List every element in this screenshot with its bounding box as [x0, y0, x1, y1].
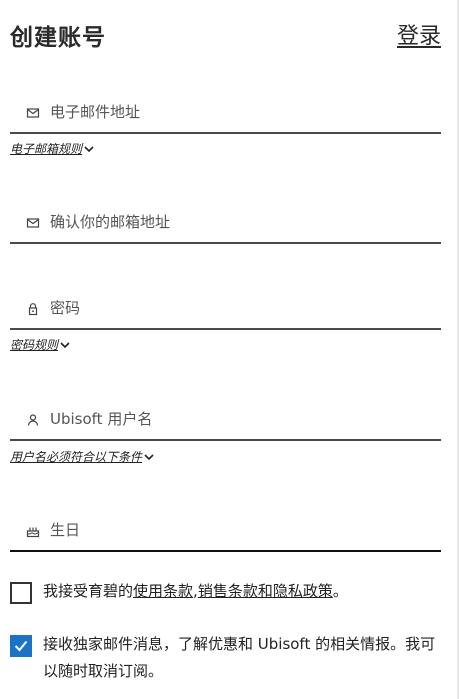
- terms-and: 和: [257, 582, 273, 600]
- user-icon: [26, 412, 40, 426]
- privacy-policy-link[interactable]: 隐私政策: [273, 582, 333, 600]
- terms-prefix: 我接受育碧的: [43, 582, 134, 600]
- birthday-placeholder: 生日: [50, 521, 81, 539]
- email-placeholder: 电子邮件地址: [50, 103, 141, 121]
- password-placeholder: 密码: [50, 299, 81, 317]
- terms-text: 我接受育碧的使用条款,销售条款和隐私政策。: [43, 578, 450, 605]
- username-placeholder: Ubisoft 用户名: [50, 410, 153, 428]
- chevron-down-icon: [84, 145, 94, 152]
- password-rules-toggle[interactable]: 密码规则: [10, 336, 70, 353]
- email-rules-toggle[interactable]: 电子邮箱规则: [10, 140, 94, 157]
- email-field[interactable]: 电子邮件地址: [10, 88, 441, 134]
- mail-icon: [26, 105, 40, 119]
- terms-suffix: 。: [332, 582, 348, 600]
- mail-icon: [26, 215, 40, 229]
- username-rules-label: 用户名必须符合以下条件: [10, 450, 143, 464]
- newsletter-checkbox[interactable]: [10, 635, 32, 657]
- login-link[interactable]: 登录: [397, 18, 441, 50]
- birthday-field[interactable]: 生日: [10, 506, 441, 552]
- chevron-down-icon: [144, 453, 154, 460]
- page-header: 创建账号 登录: [10, 18, 441, 52]
- password-rules-label: 密码规则: [10, 338, 59, 352]
- terms-row: 我接受育碧的使用条款,销售条款和隐私政策。: [10, 578, 450, 608]
- newsletter-row: 接收独家邮件消息，了解优惠和 Ubisoft 的相关情报。我可以随时取消订阅。: [10, 631, 450, 687]
- cake-icon: [26, 523, 40, 538]
- email-rules-label: 电子邮箱规则: [10, 142, 83, 156]
- username-rules-toggle[interactable]: 用户名必须符合以下条件: [10, 448, 154, 465]
- page-title: 创建账号: [10, 25, 106, 51]
- email-confirm-placeholder: 确认你的邮箱地址: [50, 213, 171, 231]
- terms-of-sale-link[interactable]: 销售条款: [198, 582, 258, 600]
- terms-of-use-link[interactable]: 使用条款: [133, 582, 193, 600]
- lock-icon: [26, 301, 40, 316]
- newsletter-text: 接收独家邮件消息，了解优惠和 Ubisoft 的相关情报。我可以随时取消订阅。: [43, 635, 436, 680]
- password-field[interactable]: 密码: [10, 284, 441, 330]
- terms-checkbox[interactable]: [10, 582, 32, 604]
- email-confirm-field[interactable]: 确认你的邮箱地址: [10, 198, 441, 244]
- username-field[interactable]: Ubisoft 用户名: [10, 395, 441, 441]
- chevron-down-icon: [60, 341, 70, 348]
- checkmark-icon: [14, 640, 28, 652]
